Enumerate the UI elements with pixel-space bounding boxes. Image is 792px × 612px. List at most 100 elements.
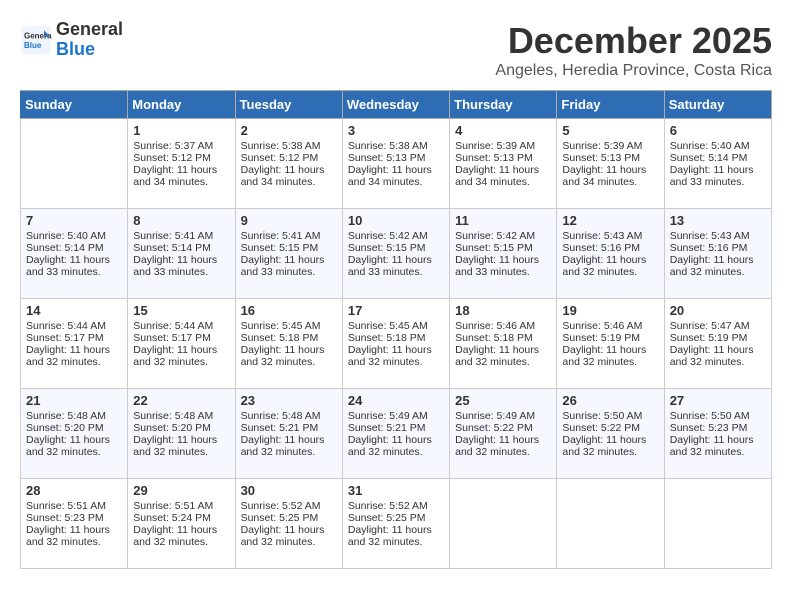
day-info: Sunset: 5:14 PM: [26, 242, 122, 254]
calendar-header-row: SundayMondayTuesdayWednesdayThursdayFrid…: [21, 91, 772, 119]
calendar-cell: 15Sunrise: 5:44 AMSunset: 5:17 PMDayligh…: [128, 299, 235, 389]
day-number: 22: [133, 393, 229, 408]
day-info: Daylight: 11 hours: [348, 434, 444, 446]
day-info: and 34 minutes.: [241, 176, 337, 188]
day-info: Sunrise: 5:48 AM: [26, 410, 122, 422]
day-info: and 34 minutes.: [455, 176, 551, 188]
day-info: Sunrise: 5:46 AM: [455, 320, 551, 332]
calendar-cell: 25Sunrise: 5:49 AMSunset: 5:22 PMDayligh…: [450, 389, 557, 479]
day-info: Sunrise: 5:41 AM: [241, 230, 337, 242]
day-info: and 32 minutes.: [455, 356, 551, 368]
calendar-cell: 9Sunrise: 5:41 AMSunset: 5:15 PMDaylight…: [235, 209, 342, 299]
day-info: Sunrise: 5:42 AM: [348, 230, 444, 242]
day-number: 12: [562, 213, 658, 228]
day-info: Daylight: 11 hours: [670, 344, 766, 356]
day-number: 2: [241, 123, 337, 138]
day-info: and 32 minutes.: [26, 446, 122, 458]
day-number: 21: [26, 393, 122, 408]
day-info: and 32 minutes.: [562, 446, 658, 458]
day-number: 11: [455, 213, 551, 228]
day-info: Daylight: 11 hours: [348, 254, 444, 266]
page-header: General Blue General Blue December 2025 …: [20, 20, 772, 80]
logo-line2: Blue: [56, 40, 123, 60]
calendar-cell: 26Sunrise: 5:50 AMSunset: 5:22 PMDayligh…: [557, 389, 664, 479]
day-info: Sunset: 5:22 PM: [562, 422, 658, 434]
day-info: Sunrise: 5:45 AM: [348, 320, 444, 332]
day-number: 26: [562, 393, 658, 408]
day-number: 4: [455, 123, 551, 138]
weekday-header-friday: Friday: [557, 91, 664, 119]
weekday-header-tuesday: Tuesday: [235, 91, 342, 119]
day-info: Daylight: 11 hours: [241, 524, 337, 536]
day-info: and 34 minutes.: [348, 176, 444, 188]
day-info: and 33 minutes.: [133, 266, 229, 278]
logo-line1: General: [56, 20, 123, 40]
day-info: and 32 minutes.: [670, 446, 766, 458]
day-number: 24: [348, 393, 444, 408]
day-info: Sunrise: 5:43 AM: [562, 230, 658, 242]
title-area: December 2025 Angeles, Heredia Province,…: [495, 20, 772, 80]
day-info: Sunrise: 5:38 AM: [241, 140, 337, 152]
day-info: Sunrise: 5:40 AM: [670, 140, 766, 152]
day-info: Daylight: 11 hours: [348, 344, 444, 356]
day-info: Daylight: 11 hours: [133, 254, 229, 266]
calendar-cell: 19Sunrise: 5:46 AMSunset: 5:19 PMDayligh…: [557, 299, 664, 389]
logo: General Blue General Blue: [20, 20, 123, 60]
day-info: and 33 minutes.: [348, 266, 444, 278]
day-info: Sunset: 5:16 PM: [670, 242, 766, 254]
day-info: and 32 minutes.: [133, 356, 229, 368]
day-info: Sunset: 5:13 PM: [348, 152, 444, 164]
weekday-header-monday: Monday: [128, 91, 235, 119]
day-info: Sunrise: 5:49 AM: [348, 410, 444, 422]
calendar-cell: 29Sunrise: 5:51 AMSunset: 5:24 PMDayligh…: [128, 479, 235, 569]
day-info: Sunset: 5:19 PM: [670, 332, 766, 344]
day-info: Sunrise: 5:40 AM: [26, 230, 122, 242]
day-info: Sunset: 5:25 PM: [241, 512, 337, 524]
day-number: 15: [133, 303, 229, 318]
day-info: Sunset: 5:21 PM: [241, 422, 337, 434]
day-number: 16: [241, 303, 337, 318]
day-number: 29: [133, 483, 229, 498]
calendar-cell: [557, 479, 664, 569]
day-info: Sunset: 5:20 PM: [133, 422, 229, 434]
calendar-cell: 24 Sunrise: 5:49 AMSunset: 5:21 PMDayligh…: [342, 389, 449, 479]
day-info: Sunset: 5:13 PM: [562, 152, 658, 164]
day-info: Sunrise: 5:39 AM: [562, 140, 658, 152]
day-info: Daylight: 11 hours: [455, 434, 551, 446]
day-info: Sunrise: 5:48 AM: [241, 410, 337, 422]
day-info: Sunset: 5:20 PM: [26, 422, 122, 434]
day-info: Daylight: 11 hours: [670, 434, 766, 446]
day-info: Sunrise: 5:51 AM: [133, 500, 229, 512]
calendar-cell: 12Sunrise: 5:43 AMSunset: 5:16 PMDayligh…: [557, 209, 664, 299]
calendar-week-3: 14Sunrise: 5:44 AMSunset: 5:17 PMDayligh…: [21, 299, 772, 389]
day-number: 25: [455, 393, 551, 408]
day-info: Daylight: 11 hours: [562, 164, 658, 176]
day-number: 28: [26, 483, 122, 498]
day-info: Sunset: 5:12 PM: [133, 152, 229, 164]
calendar-cell: 22Sunrise: 5:48 AMSunset: 5:20 PMDayligh…: [128, 389, 235, 479]
day-info: Sunset: 5:14 PM: [133, 242, 229, 254]
day-info: and 33 minutes.: [241, 266, 337, 278]
day-info: and 32 minutes.: [241, 536, 337, 548]
calendar-cell: 30Sunrise: 5:52 AMSunset: 5:25 PMDayligh…: [235, 479, 342, 569]
calendar-week-2: 7Sunrise: 5:40 AMSunset: 5:14 PMDaylight…: [21, 209, 772, 299]
day-info: Sunset: 5:21 PM: [348, 422, 444, 434]
calendar-week-1: 1Sunrise: 5:37 AMSunset: 5:12 PMDaylight…: [21, 119, 772, 209]
day-info: Sunrise: 5:44 AM: [133, 320, 229, 332]
day-info: Sunset: 5:17 PM: [133, 332, 229, 344]
calendar-cell: 8Sunrise: 5:41 AMSunset: 5:14 PMDaylight…: [128, 209, 235, 299]
day-info: and 34 minutes.: [562, 176, 658, 188]
month-title: December 2025: [495, 20, 772, 62]
day-number: 30: [241, 483, 337, 498]
day-info: Daylight: 11 hours: [133, 434, 229, 446]
location-title: Angeles, Heredia Province, Costa Rica: [495, 62, 772, 80]
day-number: 19: [562, 303, 658, 318]
day-info: Sunrise: 5:44 AM: [26, 320, 122, 332]
day-info: and 32 minutes.: [670, 356, 766, 368]
day-info: and 32 minutes.: [26, 356, 122, 368]
calendar-cell: 21Sunrise: 5:48 AMSunset: 5:20 PMDayligh…: [21, 389, 128, 479]
calendar-week-4: 21Sunrise: 5:48 AMSunset: 5:20 PMDayligh…: [21, 389, 772, 479]
day-info: Sunset: 5:18 PM: [455, 332, 551, 344]
day-info: Daylight: 11 hours: [26, 254, 122, 266]
calendar-cell: 5Sunrise: 5:39 AMSunset: 5:13 PMDaylight…: [557, 119, 664, 209]
